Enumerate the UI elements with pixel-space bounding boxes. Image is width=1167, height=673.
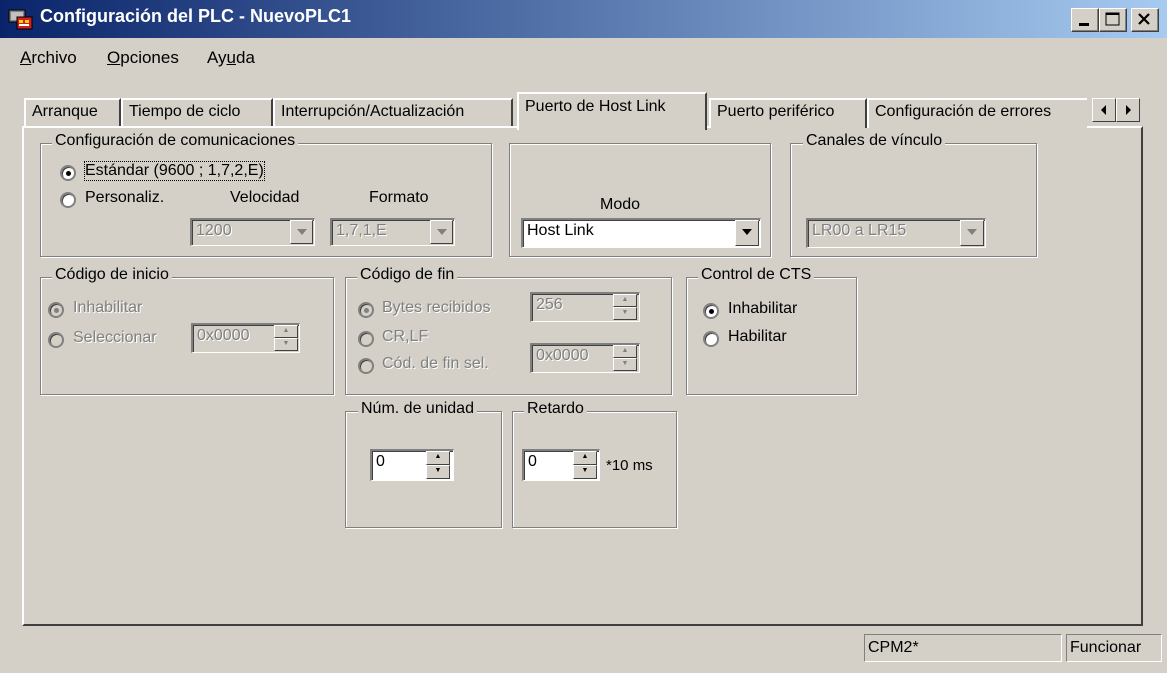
chevron-down-icon: [967, 229, 977, 235]
cod-fin-sel-spin-up[interactable]: ▲: [613, 345, 637, 358]
modo-value: Host Link: [527, 222, 594, 239]
menu-ayuda-pre: Ay: [207, 48, 227, 67]
num-unidad-spin-up[interactable]: ▲: [426, 451, 450, 465]
modo-select[interactable]: Host Link: [521, 218, 761, 248]
radio-cts-inhabilitar-label: Inhabilitar: [728, 300, 798, 317]
formato-value: 1,7,1,E: [336, 222, 387, 239]
tab-scroll-left-button[interactable]: [1092, 98, 1116, 122]
group-canales-vinculo-legend: Canales de vínculo: [803, 132, 946, 150]
modo-label: Modo: [600, 196, 641, 213]
menu-opciones-mnemonic: O: [107, 48, 121, 67]
chevron-down-icon: [742, 229, 752, 235]
menu-opciones[interactable]: Opciones: [107, 48, 179, 68]
cod-fin-sel-value: 0x0000: [536, 347, 589, 364]
radio-personalizado-label: Personaliz.: [85, 189, 165, 206]
menu-ayuda-mnemonic: u: [226, 48, 237, 67]
radio-cod-fin-sel-label: Cód. de fin sel.: [382, 355, 489, 372]
plc-app-icon: [8, 9, 33, 30]
radio-cod-fin-sel[interactable]: [358, 358, 374, 374]
codigo-inicio-value: 0x0000: [197, 327, 250, 344]
radio-cts-habilitar[interactable]: [703, 331, 719, 347]
close-icon: [1138, 13, 1150, 25]
canales-vinculo-dropdown-button[interactable]: [960, 220, 984, 246]
minimize-button[interactable]: [1071, 8, 1099, 32]
codigo-inicio-spin-up[interactable]: ▲: [274, 325, 298, 338]
group-control-cts-legend: Control de CTS: [698, 266, 815, 284]
radio-bytes-recibidos-label: Bytes recibidos: [382, 299, 491, 316]
bytes-recibidos-value: 256: [536, 296, 563, 313]
tab-label: Puerto de Host Link: [525, 98, 666, 115]
chevron-down-icon: [296, 229, 307, 235]
bytes-recibidos-spin-down[interactable]: ▼: [613, 307, 637, 320]
title-bar: Configuración del PLC - NuevoPLC1: [0, 0, 1167, 38]
menu-opciones-label: pciones: [120, 48, 179, 67]
tab-label: Tiempo de ciclo: [129, 103, 241, 120]
tab-configuracion-errores[interactable]: Configuración de errores: [867, 98, 1087, 128]
velocidad-label: Velocidad: [230, 189, 300, 206]
tab-arranque[interactable]: Arranque: [24, 98, 121, 128]
menu-archivo-label: rchivo: [31, 48, 77, 67]
retardo-spin-up[interactable]: ▲: [573, 451, 597, 465]
arrow-right-icon: [1126, 105, 1131, 115]
menu-ayuda[interactable]: Ayuda: [207, 48, 255, 68]
group-comunicaciones-legend: Configuración de comunicaciones: [52, 132, 299, 150]
radio-cts-habilitar-label: Habilitar: [728, 328, 787, 345]
tab-label: Puerto periférico: [717, 103, 835, 120]
num-unidad-spin-down[interactable]: ▼: [426, 465, 450, 479]
chevron-down-icon: [436, 229, 447, 235]
group-retardo-legend: Retardo: [524, 400, 587, 418]
radio-crlf[interactable]: [358, 331, 374, 347]
group-codigo-inicio-legend: Código de inicio: [52, 266, 172, 284]
canales-vinculo-select[interactable]: LR00 a LR15: [806, 218, 986, 248]
retardo-value: 0: [528, 453, 537, 470]
menu-ayuda-label: da: [236, 48, 255, 67]
formato-dropdown-button[interactable]: [430, 220, 453, 244]
velocidad-dropdown-button[interactable]: [290, 220, 313, 244]
minimize-icon: [1079, 23, 1089, 26]
formato-label: Formato: [369, 189, 429, 206]
radio-inicio-inhabilitar-label: Inhabilitar: [73, 299, 143, 316]
group-num-unidad-legend: Núm. de unidad: [358, 400, 477, 418]
cod-fin-sel-spin-down[interactable]: ▼: [613, 358, 637, 371]
bytes-recibidos-spin-up[interactable]: ▲: [613, 294, 637, 307]
canales-vinculo-value: LR00 a LR15: [812, 222, 907, 239]
tab-label: Arranque: [32, 103, 98, 120]
window-title: Configuración del PLC - NuevoPLC1: [40, 6, 352, 26]
modo-dropdown-button[interactable]: [735, 220, 759, 246]
retardo-spin-down[interactable]: ▼: [573, 465, 597, 479]
tab-puerto-periferico[interactable]: Puerto periférico: [709, 98, 867, 128]
tab-scroll-right-button[interactable]: [1116, 98, 1140, 122]
radio-personalizado[interactable]: [60, 192, 76, 208]
retardo-unit-label: *10 ms: [606, 457, 653, 474]
radio-inicio-seleccionar-label: Seleccionar: [73, 329, 157, 346]
menu-archivo[interactable]: Archivo: [20, 48, 77, 68]
tab-puerto-host-link[interactable]: Puerto de Host Link: [517, 92, 707, 130]
num-unidad-value: 0: [376, 453, 385, 470]
codigo-inicio-spin-down[interactable]: ▼: [274, 338, 298, 351]
radio-cts-inhabilitar[interactable]: [703, 303, 719, 319]
status-model: CPM2*: [864, 634, 1062, 662]
tab-interrupcion[interactable]: Interrupción/Actualización: [273, 98, 513, 128]
radio-bytes-recibidos[interactable]: [358, 302, 374, 318]
menu-bar: Archivo Opciones Ayuda: [0, 40, 1167, 70]
menu-archivo-mnemonic: A: [20, 48, 32, 67]
radio-estandar-label: Estándar (9600 ; 1,7,2,E): [84, 161, 265, 181]
tab-label: Configuración de errores: [875, 103, 1052, 120]
status-mode: Funcionar: [1066, 634, 1162, 662]
maximize-button[interactable]: [1099, 8, 1127, 32]
maximize-icon: [1105, 12, 1120, 26]
radio-crlf-label: CR,LF: [382, 328, 429, 345]
arrow-left-icon: [1101, 105, 1106, 115]
tab-tiempo-de-ciclo[interactable]: Tiempo de ciclo: [121, 98, 273, 128]
velocidad-value: 1200: [196, 222, 232, 239]
tab-label: Interrupción/Actualización: [281, 103, 465, 120]
group-codigo-fin-legend: Código de fin: [357, 266, 458, 284]
radio-inicio-seleccionar[interactable]: [48, 332, 64, 348]
radio-inicio-inhabilitar[interactable]: [48, 302, 64, 318]
close-button[interactable]: [1131, 8, 1159, 32]
radio-estandar[interactable]: [60, 165, 76, 181]
